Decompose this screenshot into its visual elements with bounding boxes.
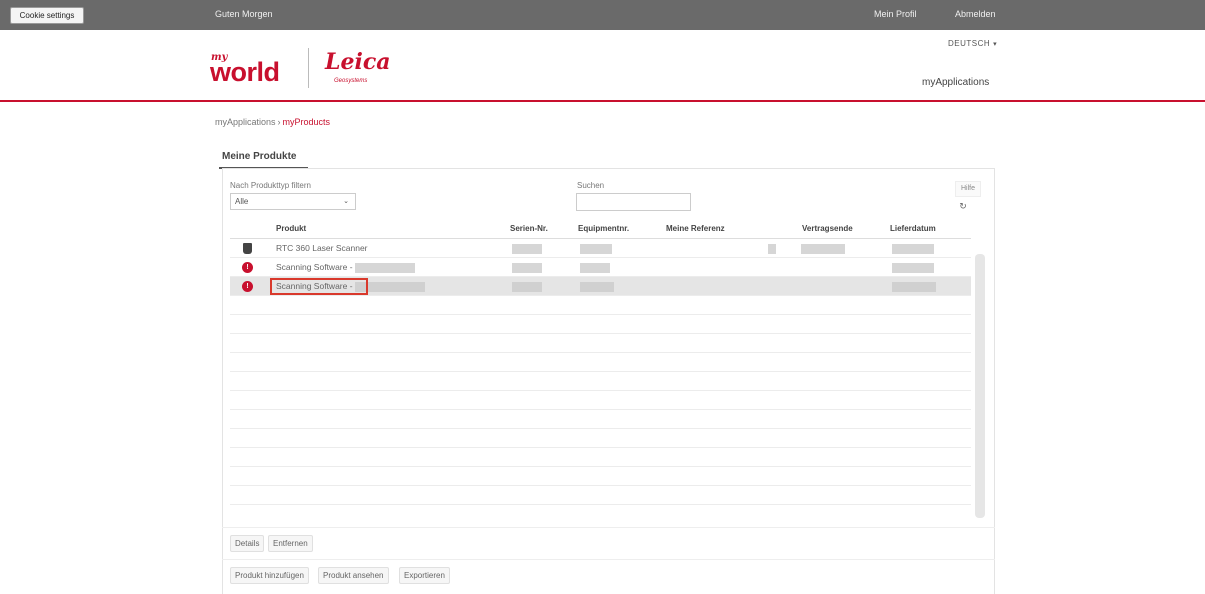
- leica-logo: Leica: [325, 49, 391, 75]
- device-icon: [243, 243, 252, 254]
- empty-table-row: [230, 315, 971, 334]
- error-icon: !: [242, 281, 253, 292]
- column-header-serial[interactable]: Serien-Nr.: [510, 224, 548, 233]
- help-button[interactable]: Hilfe: [955, 181, 981, 197]
- details-button[interactable]: Details: [230, 535, 265, 552]
- myworld-logo[interactable]: world: [210, 57, 280, 88]
- error-icon: !: [242, 262, 253, 273]
- empty-table-row: [230, 429, 971, 448]
- empty-table-row: [230, 448, 971, 467]
- greeting-text: Guten Morgen: [215, 9, 273, 19]
- greeting: Guten Morgen: [215, 9, 385, 19]
- breadcrumb-root-link[interactable]: myApplications: [215, 117, 276, 127]
- equipment-redacted: [580, 277, 614, 296]
- product-name: RTC 360 Laser Scanner: [276, 243, 368, 253]
- language-selector[interactable]: DEUTSCH ▾: [948, 39, 997, 48]
- search-label: Suchen: [577, 181, 605, 190]
- breadcrumb-separator: ›: [277, 117, 281, 127]
- top-bar: [0, 0, 1205, 30]
- add-product-button[interactable]: Produkt hinzufügen: [230, 567, 309, 584]
- column-header-equipment[interactable]: Equipmentnr.: [578, 224, 629, 233]
- product-name-text: Scanning Software -: [276, 262, 353, 272]
- empty-table-row: [230, 410, 971, 429]
- delivery-date-redacted: [892, 277, 936, 296]
- logo-divider: [308, 48, 309, 88]
- empty-table-row: [230, 353, 971, 372]
- table-row[interactable]: ! Scanning Software -: [230, 277, 971, 296]
- product-name: Scanning Software -: [276, 258, 415, 277]
- empty-table-row: [230, 334, 971, 353]
- refresh-icon[interactable]: ↻: [955, 198, 971, 214]
- serial-redacted: [512, 277, 542, 296]
- column-header-product[interactable]: Produkt: [276, 224, 306, 233]
- filter-label: Nach Produkttyp filtern: [230, 181, 311, 190]
- contract-end-redacted: [801, 239, 845, 258]
- cookie-settings-button[interactable]: Cookie settings: [10, 7, 84, 24]
- products-table-body: RTC 360 Laser Scanner ! Scanning Softwar…: [230, 239, 971, 517]
- caret-down-icon: ▾: [993, 41, 998, 48]
- logout-link[interactable]: Abmelden: [955, 9, 996, 19]
- table-row[interactable]: ! Scanning Software -: [230, 258, 971, 277]
- leica-logo-subtitle: Geosystems: [334, 78, 368, 84]
- column-header-contract-end[interactable]: Vertragsende: [802, 224, 853, 233]
- tab-my-products[interactable]: Meine Produkte: [222, 151, 296, 162]
- serial-redacted: [512, 239, 542, 258]
- actions-divider: [222, 527, 995, 528]
- product-type-select[interactable]: Alle ⌄: [230, 193, 356, 210]
- delivery-date-redacted: [892, 258, 934, 277]
- view-product-button[interactable]: Produkt ansehen: [318, 567, 389, 584]
- export-button[interactable]: Exportieren: [399, 567, 450, 584]
- actions-divider: [222, 559, 995, 560]
- profile-link[interactable]: Mein Profil: [874, 9, 917, 19]
- app-title: myApplications: [922, 77, 990, 88]
- empty-table-row: [230, 296, 971, 315]
- empty-table-row: [230, 486, 971, 505]
- column-header-delivery-date[interactable]: Lieferdatum: [890, 224, 936, 233]
- breadcrumb-current[interactable]: myProducts: [283, 117, 331, 127]
- empty-table-row: [230, 391, 971, 410]
- chevron-down-icon: ⌄: [343, 198, 349, 205]
- header-divider: [0, 100, 1205, 102]
- language-label: DEUTSCH: [948, 39, 991, 48]
- equipment-redacted: [580, 258, 610, 277]
- search-input[interactable]: [576, 193, 691, 211]
- serial-redacted: [512, 258, 542, 277]
- table-row[interactable]: RTC 360 Laser Scanner: [230, 239, 971, 258]
- table-scrollbar[interactable]: [975, 254, 985, 518]
- remove-button[interactable]: Entfernen: [268, 535, 313, 552]
- delivery-date-redacted: [892, 239, 934, 258]
- empty-table-row: [230, 467, 971, 486]
- reference-redacted: [768, 239, 776, 258]
- empty-table-row: [230, 372, 971, 391]
- column-header-reference[interactable]: Meine Referenz: [666, 224, 725, 233]
- breadcrumb: myApplications › myProducts: [215, 117, 330, 127]
- equipment-redacted: [580, 239, 612, 258]
- product-type-value: Alle: [235, 197, 249, 206]
- highlight-box: [270, 278, 368, 295]
